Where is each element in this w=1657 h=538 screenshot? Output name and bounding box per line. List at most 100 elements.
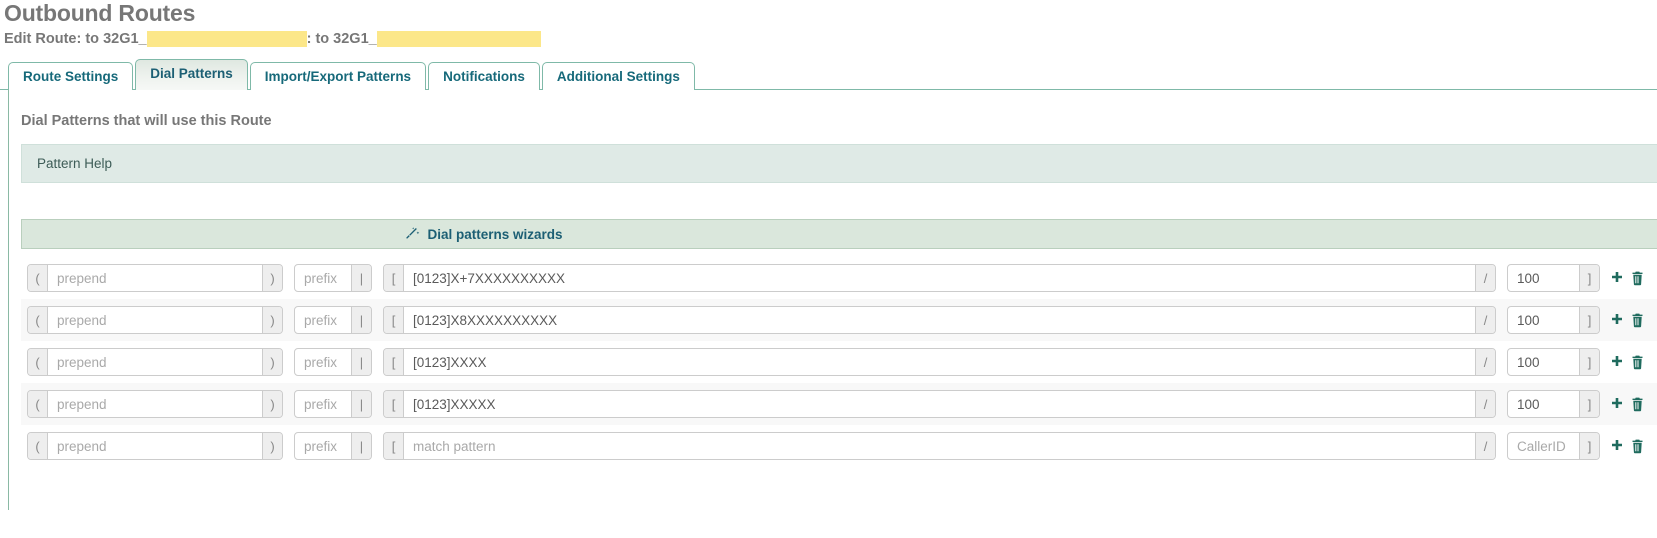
paren-open-addon: ( [28,349,48,375]
pipe-addon: | [351,391,371,417]
bracket-open-addon: [ [384,349,404,375]
paren-close-addon: ) [262,433,282,459]
pipe-addon: | [351,307,371,333]
tab-bar: Route Settings Dial Patterns Import/Expo… [0,59,1657,90]
paren-close-addon: ) [262,391,282,417]
bracket-close-addon: ] [1579,349,1599,375]
pipe-addon: | [351,265,371,291]
match-pattern-input[interactable] [404,307,1475,333]
callerid-input[interactable] [1508,307,1579,333]
redacted-route-name-2 [376,31,541,47]
match-pattern-group: [ / [383,264,1496,292]
bracket-close-addon: ] [1579,391,1599,417]
match-pattern-input[interactable] [404,265,1475,291]
prefix-input[interactable] [295,349,351,375]
dial-patterns-wizards-button[interactable]: Dial patterns wizards [21,219,1657,249]
tab-list: Route Settings Dial Patterns Import/Expo… [8,59,1657,90]
slash-addon: / [1475,349,1495,375]
slash-addon: / [1475,307,1495,333]
plus-icon[interactable] [1609,270,1624,287]
row-actions [1609,354,1651,371]
trash-icon[interactable] [1630,396,1645,413]
trash-icon[interactable] [1630,354,1645,371]
prepend-group: ( ) [27,306,283,334]
prefix-group: | [294,306,372,334]
breadcrumb-prefix: Edit Route: to 32G1_ [4,31,147,47]
plus-icon[interactable] [1609,312,1624,329]
prepend-input[interactable] [48,307,262,333]
dial-pattern-row-new: ( ) | [ / ] [21,425,1657,467]
plus-icon[interactable] [1609,354,1624,371]
callerid-input[interactable] [1508,265,1579,291]
prepend-group: ( ) [27,432,283,460]
row-actions [1609,270,1651,287]
slash-addon: / [1475,391,1495,417]
tab-additional-settings[interactable]: Additional Settings [541,62,695,90]
pattern-help-bar[interactable]: Pattern Help [21,144,1657,183]
section-heading: Dial Patterns that will use this Route [21,113,272,129]
bracket-close-addon: ] [1579,433,1599,459]
match-pattern-input[interactable] [404,349,1475,375]
callerid-input[interactable] [1508,433,1579,459]
slash-addon: / [1475,433,1495,459]
prepend-input[interactable] [48,265,262,291]
paren-open-addon: ( [28,265,48,291]
callerid-input[interactable] [1508,391,1579,417]
breadcrumb-edit-route: Edit Route: to 32G1_ : to 32G1_ [0,26,1657,48]
row-actions [1609,396,1651,413]
bracket-open-addon: [ [384,391,404,417]
slash-addon: / [1475,265,1495,291]
redacted-route-name-1 [146,31,307,47]
prepend-group: ( ) [27,264,283,292]
bracket-close-addon: ] [1579,265,1599,291]
bracket-open-addon: [ [384,433,404,459]
trash-icon[interactable] [1630,438,1645,455]
callerid-group: ] [1507,348,1600,376]
paren-open-addon: ( [28,433,48,459]
dial-pattern-row: ( ) | [ / ] [21,341,1657,383]
prepend-input[interactable] [48,349,262,375]
tab-route-settings[interactable]: Route Settings [8,62,134,90]
prepend-input[interactable] [48,391,262,417]
paren-open-addon: ( [28,391,48,417]
magic-wand-icon [406,227,420,241]
paren-close-addon: ) [262,265,282,291]
prefix-input[interactable] [295,307,351,333]
dial-patterns-wizards-label: Dial patterns wizards [427,226,563,242]
prefix-input[interactable] [295,391,351,417]
paren-close-addon: ) [262,349,282,375]
callerid-group: ] [1507,306,1600,334]
bracket-open-addon: [ [384,307,404,333]
dial-pattern-row: ( ) | [ / ] [21,383,1657,425]
dial-pattern-rows: ( ) | [ / ] [21,249,1657,467]
pipe-addon: | [351,349,371,375]
match-pattern-group: [ / [383,348,1496,376]
prefix-group: | [294,390,372,418]
row-actions [1609,312,1651,329]
match-pattern-group: [ / [383,306,1496,334]
pattern-help-label: Pattern Help [37,156,113,171]
match-pattern-input[interactable] [404,391,1475,417]
callerid-group: ] [1507,264,1600,292]
paren-close-addon: ) [262,307,282,333]
trash-icon[interactable] [1630,312,1645,329]
trash-icon[interactable] [1630,270,1645,287]
prefix-input[interactable] [295,433,351,459]
bracket-close-addon: ] [1579,307,1599,333]
callerid-group: ] [1507,390,1600,418]
callerid-input[interactable] [1508,349,1579,375]
prefix-input[interactable] [295,265,351,291]
dial-pattern-row: ( ) | [ / ] [21,257,1657,299]
breadcrumb-middle: : to 32G1_ [306,31,377,47]
tab-import-export-patterns[interactable]: Import/Export Patterns [249,62,427,90]
plus-icon[interactable] [1609,438,1624,455]
prefix-group: | [294,264,372,292]
prefix-group: | [294,348,372,376]
tab-dial-patterns[interactable]: Dial Patterns [135,59,248,90]
plus-icon[interactable] [1609,396,1624,413]
tab-notifications[interactable]: Notifications [428,62,540,90]
match-pattern-group: [ / [383,432,1496,460]
bracket-open-addon: [ [384,265,404,291]
match-pattern-input[interactable] [404,433,1475,459]
prepend-input[interactable] [48,433,262,459]
